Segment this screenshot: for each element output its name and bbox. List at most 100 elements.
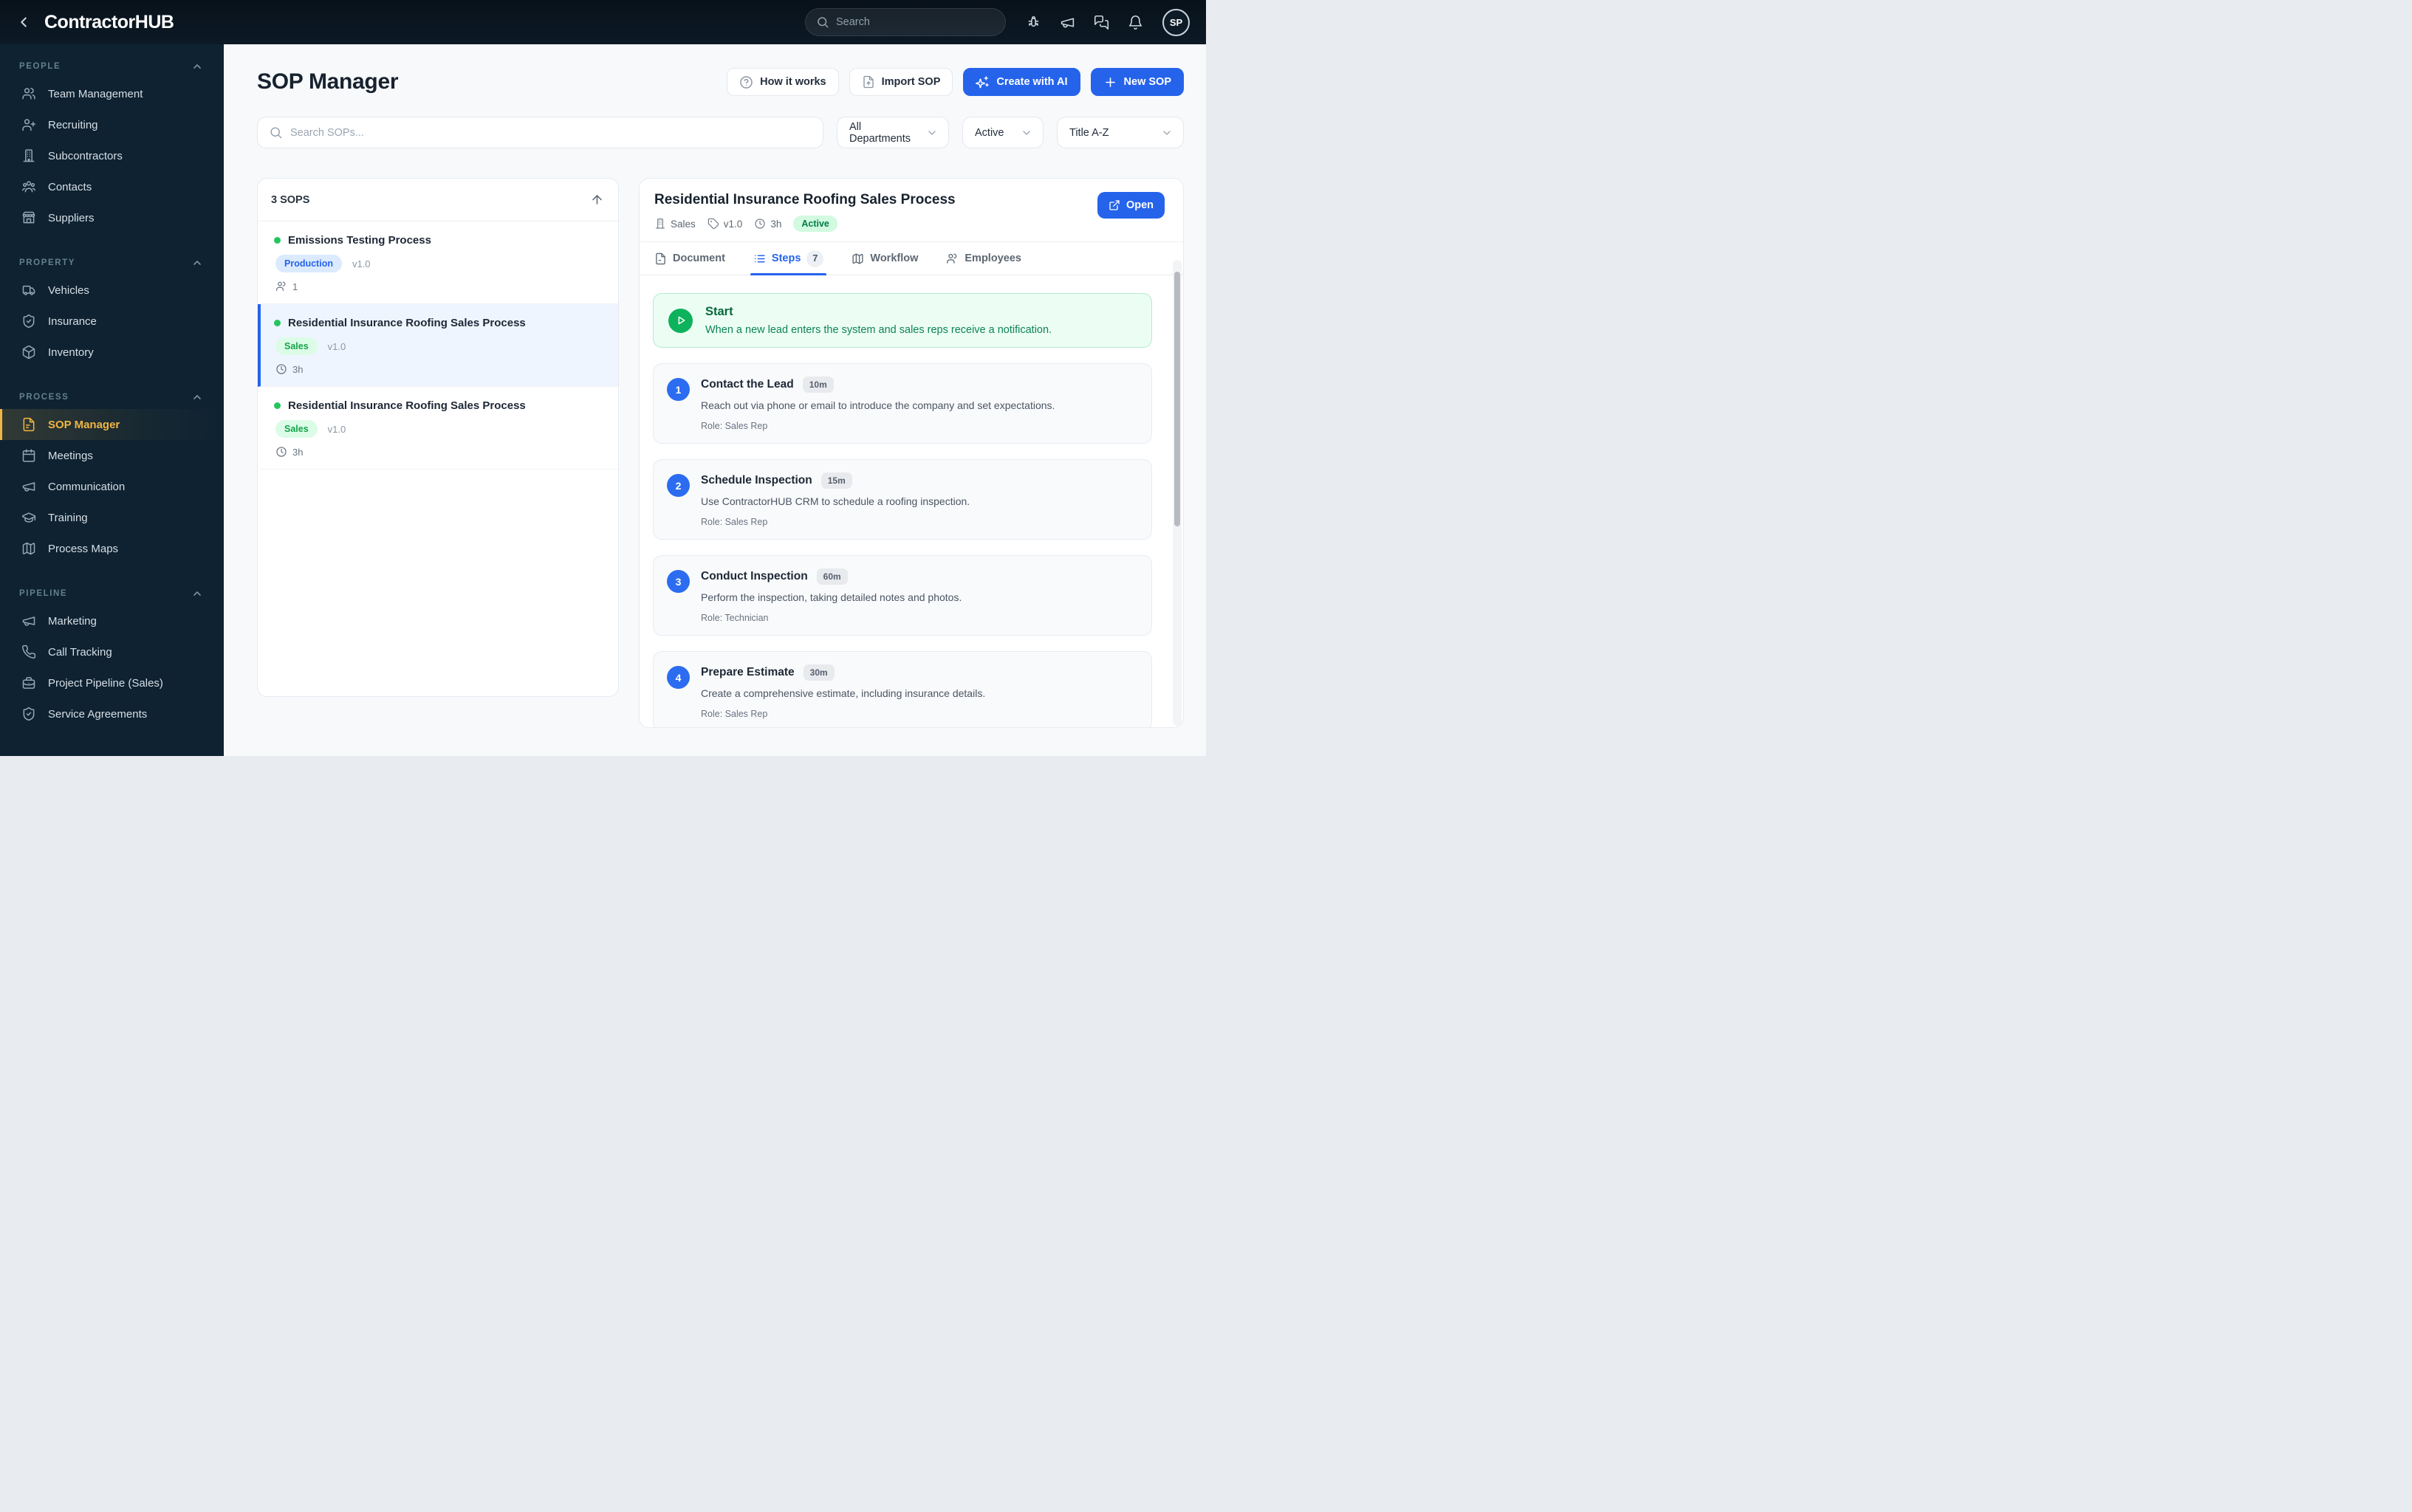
tag-icon xyxy=(708,218,719,230)
chevron-down-icon xyxy=(1161,127,1173,139)
step-description: Perform the inspection, taking detailed … xyxy=(701,591,962,603)
sop-item-title: Emissions Testing Process xyxy=(288,234,431,247)
shield-check-icon xyxy=(21,314,36,329)
document-icon xyxy=(21,417,36,432)
sidebar-item-project-pipeline[interactable]: Project Pipeline (Sales) xyxy=(0,667,224,698)
step-description: Use ContractorHUB CRM to schedule a roof… xyxy=(701,495,970,507)
sidebar-item-insurance[interactable]: Insurance xyxy=(0,306,224,337)
phone-icon xyxy=(21,645,36,659)
tab-label: Workflow xyxy=(870,252,919,264)
tab-document[interactable]: Document xyxy=(654,242,725,275)
sop-list-item[interactable]: Residential Insurance Roofing Sales Proc… xyxy=(258,387,618,470)
detail-scrollbar-track[interactable] xyxy=(1173,260,1182,726)
app-logo: ContractorHUB xyxy=(44,11,174,32)
sidebar-item-label: Team Management xyxy=(48,87,143,100)
section-label: PIPELINE xyxy=(19,589,68,598)
store-icon xyxy=(21,210,36,225)
duration-label: 3h xyxy=(292,446,304,458)
megaphone-icon xyxy=(21,614,36,628)
sidebar-item-subcontractors[interactable]: Subcontractors xyxy=(0,140,224,171)
sidebar-item-label: Project Pipeline (Sales) xyxy=(48,676,163,690)
header-actions: How it works Import SOP Create with AI N… xyxy=(727,68,1184,96)
step-card: 2 Schedule Inspection 15m Use Contractor… xyxy=(653,459,1152,540)
step-role: Role: Sales Rep xyxy=(701,709,768,719)
sidebar-item-service-agreements[interactable]: Service Agreements xyxy=(0,698,224,729)
version-label: v1.0 xyxy=(352,258,371,269)
sidebar-item-team-management[interactable]: Team Management xyxy=(0,78,224,109)
sidebar-item-recruiting[interactable]: Recruiting xyxy=(0,109,224,140)
tab-label: Employees xyxy=(965,252,1021,264)
main-content: SOP Manager How it works Import SOP Crea… xyxy=(224,44,1206,756)
sort-ascending-icon[interactable] xyxy=(590,193,605,207)
content-area: 3 SOPS Emissions Testing Process Product… xyxy=(257,178,1184,728)
sidebar-item-communication[interactable]: Communication xyxy=(0,471,224,502)
create-with-ai-button[interactable]: Create with AI xyxy=(963,68,1080,96)
open-sop-button[interactable]: Open xyxy=(1097,192,1165,219)
step-description: Reach out via phone or email to introduc… xyxy=(701,399,1055,411)
how-it-works-button[interactable]: How it works xyxy=(727,68,839,96)
sop-list-item-selected[interactable]: Residential Insurance Roofing Sales Proc… xyxy=(258,304,618,387)
button-label: New SOP xyxy=(1123,76,1171,88)
import-sop-button[interactable]: Import SOP xyxy=(849,68,953,96)
sidebar-section-header-pipeline[interactable]: PIPELINE xyxy=(0,582,224,605)
sort-filter[interactable]: Title A-Z xyxy=(1057,117,1184,148)
department-filter[interactable]: All Departments xyxy=(837,117,949,148)
sidebar-item-vehicles[interactable]: Vehicles xyxy=(0,275,224,306)
department-badge: Sales xyxy=(275,337,318,355)
play-icon xyxy=(668,308,693,333)
tab-label: Document xyxy=(673,252,725,264)
sidebar-item-sop-manager[interactable]: SOP Manager xyxy=(0,409,224,440)
search-icon xyxy=(816,16,829,29)
chevron-left-icon xyxy=(16,14,32,30)
button-label: Import SOP xyxy=(881,76,941,88)
document-icon xyxy=(654,252,667,265)
external-link-icon xyxy=(1109,199,1120,211)
sop-search[interactable] xyxy=(257,117,823,148)
sidebar-item-call-tracking[interactable]: Call Tracking xyxy=(0,636,224,667)
sidebar-section-header-property[interactable]: PROPERTY xyxy=(0,251,224,275)
user-avatar[interactable]: SP xyxy=(1162,8,1190,36)
sidebar-item-label: Suppliers xyxy=(48,211,95,224)
bug-report-button[interactable] xyxy=(1025,14,1041,30)
sop-search-input[interactable] xyxy=(290,126,812,139)
status-badge: Active xyxy=(793,216,837,232)
box-icon xyxy=(21,345,36,360)
sidebar-item-label: Meetings xyxy=(48,449,93,462)
sidebar-item-suppliers[interactable]: Suppliers xyxy=(0,202,224,233)
clock-icon xyxy=(275,446,287,458)
department-badge: Production xyxy=(275,255,342,272)
sidebar-item-label: Training xyxy=(48,511,88,524)
messages-button[interactable] xyxy=(1093,14,1109,30)
global-search[interactable] xyxy=(805,8,1006,36)
sidebar-item-label: Communication xyxy=(48,480,126,493)
tab-employees[interactable]: Employees xyxy=(946,242,1021,275)
topbar-icons: SP xyxy=(1025,8,1190,36)
sidebar-item-inventory[interactable]: Inventory xyxy=(0,337,224,368)
department-filter-value: All Departments xyxy=(849,120,911,145)
sidebar-section-header-people[interactable]: PEOPLE xyxy=(0,55,224,78)
step-title: Prepare Estimate xyxy=(701,666,795,678)
shield-check-icon xyxy=(21,707,36,721)
sidebar-item-training[interactable]: Training xyxy=(0,502,224,533)
section-label: PEOPLE xyxy=(19,62,61,71)
tab-steps[interactable]: Steps 7 xyxy=(750,242,826,275)
sidebar-item-process-maps[interactable]: Process Maps xyxy=(0,533,224,564)
sop-list-item[interactable]: Emissions Testing Process Production v1.… xyxy=(258,221,618,304)
back-button[interactable] xyxy=(13,12,34,32)
step-duration-badge: 60m xyxy=(816,568,848,585)
sidebar-item-meetings[interactable]: Meetings xyxy=(0,440,224,471)
notifications-button[interactable] xyxy=(1127,14,1143,30)
announcements-button[interactable] xyxy=(1059,14,1075,30)
global-search-input[interactable] xyxy=(836,16,995,28)
clock-icon xyxy=(754,218,766,230)
step-title: Contact the Lead xyxy=(701,378,794,391)
sidebar-item-contacts[interactable]: Contacts xyxy=(0,171,224,202)
detail-scrollbar-thumb[interactable] xyxy=(1174,272,1180,526)
tab-workflow[interactable]: Workflow xyxy=(852,242,918,275)
file-up-icon xyxy=(862,75,875,89)
sidebar-section-header-process[interactable]: PROCESS xyxy=(0,385,224,409)
new-sop-button[interactable]: New SOP xyxy=(1090,68,1184,96)
status-filter[interactable]: Active xyxy=(962,117,1044,148)
step-role: Role: Technician xyxy=(701,613,769,623)
sidebar-item-marketing[interactable]: Marketing xyxy=(0,605,224,636)
